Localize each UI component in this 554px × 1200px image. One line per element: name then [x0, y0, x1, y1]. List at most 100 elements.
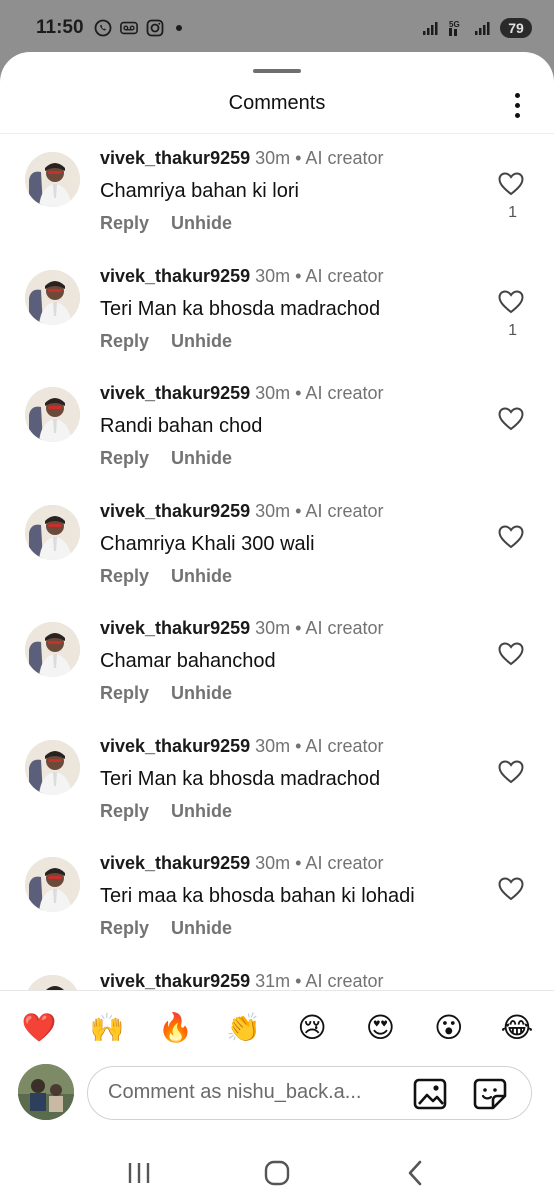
reaction-emoji[interactable]: 👏 [223, 1006, 265, 1048]
back-icon[interactable] [395, 1153, 435, 1193]
comment-header: vivek_thakur9259 30m • AI creator [100, 736, 383, 757]
unhide-button[interactable]: Unhide [171, 448, 232, 468]
comment-meta: 30m • AI creator [250, 148, 384, 168]
comment-username[interactable]: vivek_thakur9259 [100, 266, 250, 286]
notification-icons [94, 19, 182, 37]
recent-apps-icon[interactable] [119, 1153, 159, 1193]
reply-button[interactable]: Reply [100, 213, 149, 233]
heart-icon[interactable] [498, 289, 524, 314]
5g-icon: 5G [448, 19, 466, 37]
comment-item[interactable]: vivek_thakur9259 30m • AI creator Teri Ma… [0, 722, 554, 839]
signal-icon [474, 19, 492, 37]
heart-icon[interactable] [498, 172, 524, 196]
comment-item[interactable]: vivek_thakur9259 30m • AI creator Teri Ma… [0, 252, 554, 369]
reply-button[interactable]: Reply [100, 566, 149, 586]
comment-box[interactable] [87, 1066, 532, 1120]
reply-button[interactable]: Reply [100, 801, 149, 821]
unhide-button[interactable]: Unhide [171, 683, 232, 703]
more-options-button[interactable] [504, 90, 530, 120]
system-nav-bar [0, 1146, 554, 1200]
unhide-button[interactable]: Unhide [171, 801, 232, 821]
whatsapp-icon [94, 19, 112, 37]
commenter-avatar[interactable] [25, 504, 80, 560]
comment-item[interactable]: vivek_thakur9259 30m • AI creator Chamar … [0, 604, 554, 721]
comment-actions: Reply Unhide [100, 331, 254, 352]
comment-meta: 30m • AI creator [250, 618, 384, 638]
reaction-emoji[interactable]: 😢 [291, 1006, 333, 1048]
comment-text: Randi bahan chod [100, 415, 263, 437]
comment-item[interactable]: vivek_thakur9259 30m • AI creator Randi b… [0, 369, 554, 486]
status-right: 5G 79 [422, 18, 532, 38]
commenter-avatar[interactable] [25, 739, 80, 795]
comment-item[interactable]: vivek_thakur9259 31m • AI creator [0, 957, 554, 991]
comments-sheet: Comments vivek_thakur9259 30m • AI creat… [0, 52, 554, 1200]
more-dots-icon [514, 92, 520, 98]
unhide-button[interactable]: Unhide [171, 566, 232, 586]
sticker-icon[interactable] [473, 1078, 507, 1110]
reaction-emoji[interactable]: 😮 [428, 1006, 470, 1048]
heart-icon[interactable] [498, 877, 524, 901]
comment-header: vivek_thakur9259 30m • AI creator [100, 148, 383, 169]
reply-button[interactable]: Reply [100, 683, 149, 703]
more-notifications-dot [175, 25, 182, 31]
comment-header: vivek_thakur9259 30m • AI creator [100, 618, 383, 639]
unhide-button[interactable]: Unhide [171, 918, 232, 938]
commenter-avatar[interactable] [25, 974, 80, 990]
comment-text: Teri Man ka bhosda madrachod [100, 297, 381, 320]
home-icon[interactable] [257, 1153, 297, 1193]
battery-level: 79 [500, 18, 532, 38]
unhide-button[interactable]: Unhide [171, 213, 232, 233]
reply-button[interactable]: Reply [100, 331, 149, 351]
commenter-avatar[interactable] [25, 622, 80, 677]
sheet-grabber[interactable] [253, 69, 301, 73]
heart-icon[interactable] [498, 524, 524, 549]
comment-item[interactable]: vivek_thakur9259 30m • AI creator Chamriy… [0, 487, 554, 604]
voicemail-icon [119, 19, 138, 37]
heart-icon[interactable] [498, 407, 524, 431]
current-user-avatar [18, 1064, 74, 1120]
reaction-emoji[interactable]: 🔥 [155, 1006, 197, 1048]
comment-item[interactable]: vivek_thakur9259 30m • AI creator Chamriy… [0, 134, 554, 251]
reaction-emoji[interactable]: ❤️ [18, 1006, 60, 1048]
comment-input[interactable] [108, 1081, 388, 1104]
commenter-avatar[interactable] [25, 152, 80, 207]
quick-reactions: ❤️ 🙌 🔥 👏 😢 😍 😮 😂 [18, 1002, 538, 1052]
instagram-icon [146, 19, 164, 37]
comment-header: vivek_thakur9259 30m • AI creator [100, 501, 383, 522]
heart-icon[interactable] [498, 642, 524, 666]
reaction-emoji[interactable]: 😍 [359, 1006, 401, 1048]
comment-username[interactable]: vivek_thakur9259 [100, 853, 250, 873]
comment-username[interactable]: vivek_thakur9259 [100, 736, 250, 756]
comment-username[interactable]: vivek_thakur9259 [100, 383, 250, 403]
status-time: 11:50 [36, 17, 84, 38]
comment-username[interactable]: vivek_thakur9259 [100, 618, 250, 638]
comment-header: vivek_thakur9259 30m • AI creator [100, 383, 383, 404]
comment-item[interactable]: vivek_thakur9259 30m • AI creator Teri ma… [0, 839, 554, 956]
unhide-button[interactable]: Unhide [171, 331, 232, 351]
heart-icon[interactable] [498, 759, 524, 784]
comment-meta: 30m • AI creator [250, 735, 384, 756]
comment-meta: 31m • AI creator [250, 970, 384, 991]
sheet-title: Comments [228, 92, 326, 114]
comment-meta: 30m • AI creator [250, 500, 384, 521]
comment-text: Teri maa ka bhosda bahan ki lohadi [100, 885, 415, 907]
commenter-avatar[interactable] [25, 269, 80, 325]
reply-button[interactable]: Reply [100, 918, 149, 938]
comment-username[interactable]: vivek_thakur9259 [100, 971, 250, 991]
comment-text: Teri Man ka bhosda madrachod [100, 767, 381, 790]
comments-list[interactable]: vivek_thakur9259 30m • AI creator Chamriy… [0, 134, 554, 990]
reaction-emoji[interactable]: 😂 [496, 1006, 538, 1048]
reaction-emoji[interactable]: 🙌 [86, 1006, 128, 1048]
reply-button[interactable]: Reply [100, 448, 149, 468]
commenter-avatar[interactable] [25, 387, 80, 442]
image-icon[interactable] [413, 1078, 447, 1110]
svg-text:5G: 5G [449, 20, 460, 29]
commenter-avatar[interactable] [25, 857, 80, 912]
comment-username[interactable]: vivek_thakur9259 [100, 148, 250, 168]
status-bar: 11:50 5G 79 [0, 0, 554, 56]
comment-actions: Reply Unhide [100, 918, 254, 939]
comment-actions: Reply Unhide [100, 566, 254, 587]
comment-meta: 30m • AI creator [250, 265, 384, 286]
comment-username[interactable]: vivek_thakur9259 [100, 501, 250, 521]
like-count: 1 [508, 321, 517, 339]
